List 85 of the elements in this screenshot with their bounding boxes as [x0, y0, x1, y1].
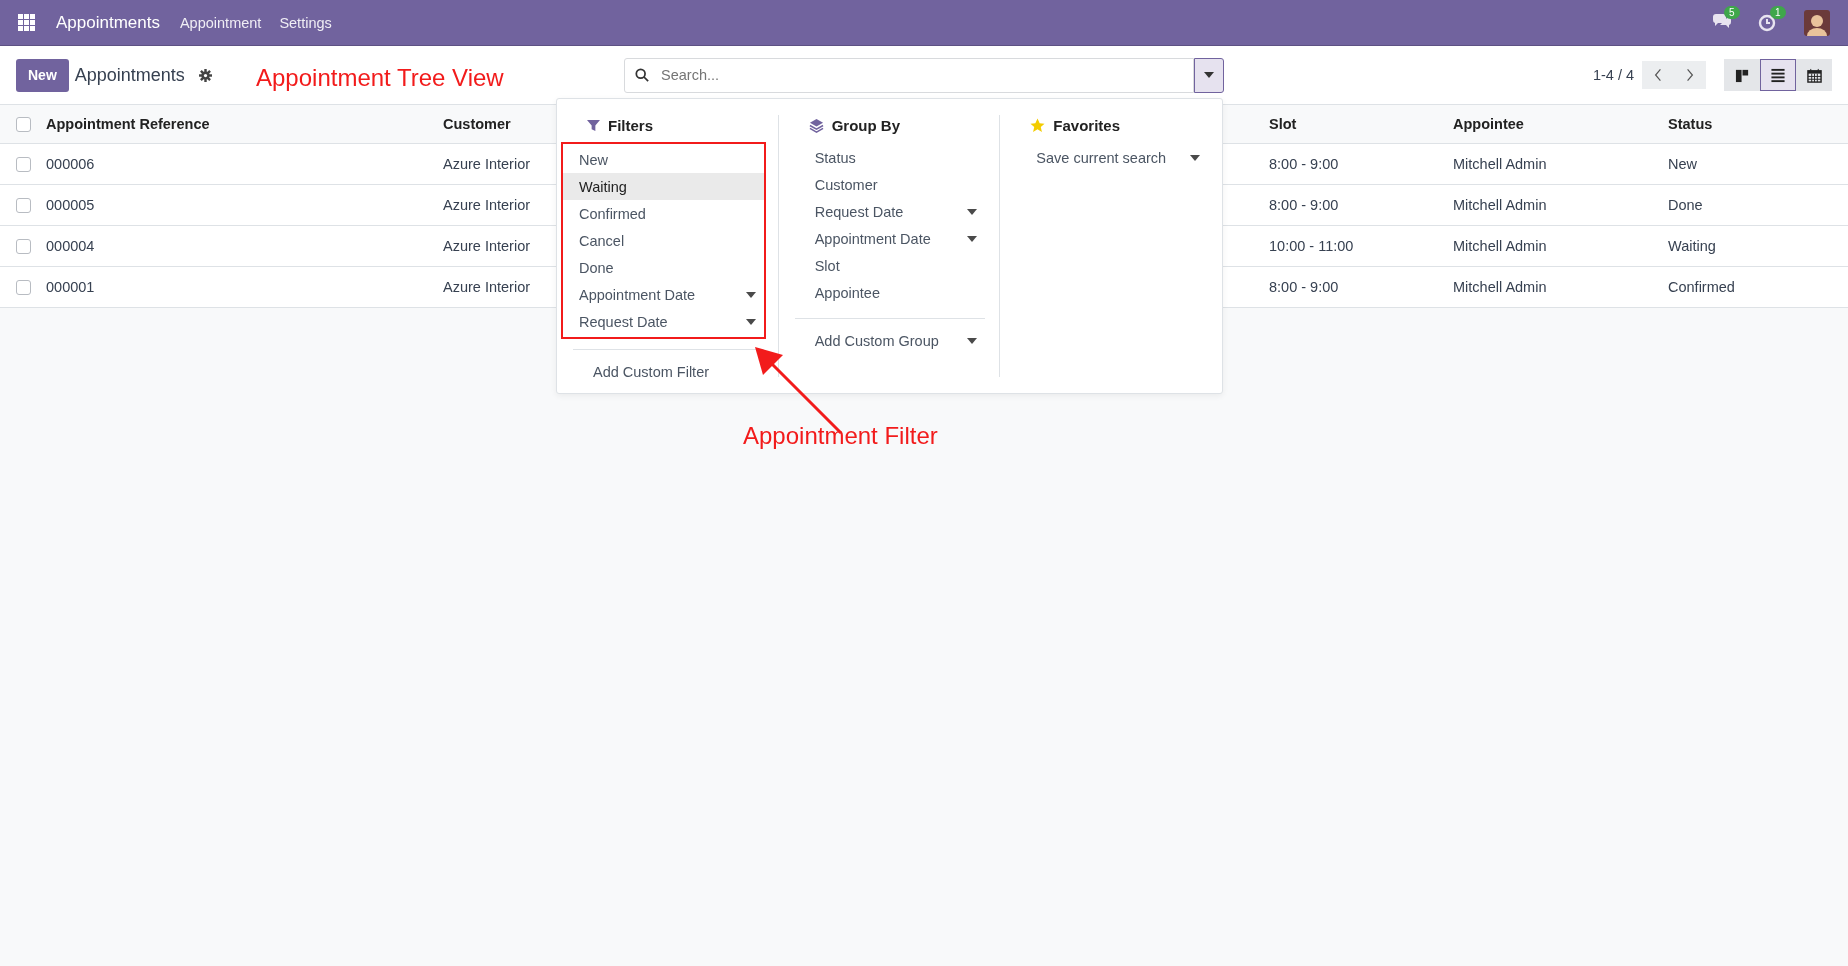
- table-cell: Waiting: [1668, 238, 1716, 254]
- table-cell: Done: [1668, 197, 1703, 213]
- column-header[interactable]: Customer: [443, 116, 511, 132]
- new-button[interactable]: New: [16, 58, 69, 92]
- pager-value: 1-4 / 4: [1592, 67, 1634, 83]
- chevron-left-icon: [1654, 68, 1662, 82]
- user-avatar-icon[interactable]: [1804, 9, 1830, 36]
- menu-item[interactable]: Slot: [794, 252, 986, 279]
- annotation-caption: Appointment Tree View: [256, 64, 504, 92]
- annotation-caption: Appointment Filter: [743, 422, 938, 450]
- menu-item[interactable]: Request Date: [563, 308, 764, 335]
- table-cell: 000004: [46, 238, 95, 254]
- chevron-right-icon: [1686, 68, 1694, 82]
- menu-item[interactable]: Appointee: [794, 279, 986, 306]
- caret-icon: [967, 208, 978, 215]
- checkbox[interactable]: [15, 156, 31, 172]
- table-cell: 8:00 - 9:00: [1269, 156, 1339, 172]
- caret-icon: [967, 235, 978, 242]
- settings-icon[interactable]: [198, 68, 212, 82]
- search-options-toggle[interactable]: [1194, 57, 1224, 93]
- table-cell: Azure Interior: [443, 197, 531, 213]
- menu-item[interactable]: Waiting: [563, 173, 764, 200]
- layers-icon: [808, 118, 824, 133]
- caret-icon: [1204, 72, 1214, 78]
- table-cell: Mitchell Admin: [1453, 238, 1547, 254]
- table-cell: Mitchell Admin: [1453, 197, 1547, 213]
- column-header[interactable]: Appointment Reference: [46, 116, 210, 132]
- checkbox[interactable]: [15, 279, 31, 295]
- checkbox[interactable]: [15, 197, 31, 213]
- star-icon: [1030, 118, 1046, 133]
- funnel-icon: [587, 119, 600, 132]
- table-cell: 000005: [46, 197, 95, 213]
- kanban-icon: [1734, 67, 1750, 83]
- table-cell: Azure Interior: [443, 279, 531, 295]
- menu-item[interactable]: Save current search: [1016, 144, 1208, 171]
- table-cell: Mitchell Admin: [1453, 156, 1547, 172]
- table-cell: 10:00 - 11:00: [1269, 238, 1354, 254]
- menu-item[interactable]: Status: [794, 144, 986, 171]
- table-cell: Confirmed: [1668, 279, 1735, 295]
- caret-icon: [967, 337, 978, 344]
- calendar-icon: [1806, 67, 1822, 83]
- menu-item[interactable]: Request Date: [794, 198, 986, 225]
- section-title: Filters: [608, 117, 653, 134]
- table-cell: New: [1668, 156, 1697, 172]
- menu-item[interactable]: Appointment Date: [563, 281, 764, 308]
- message-count-badge: 5: [1724, 5, 1740, 19]
- menu-item[interactable]: Appointment Date: [794, 225, 986, 252]
- table-cell: 000006: [46, 156, 95, 172]
- nav-menu-item[interactable]: Settings: [279, 14, 332, 31]
- search-field[interactable]: Search...: [624, 57, 1194, 93]
- table-cell: Azure Interior: [443, 238, 531, 254]
- apps-menu-icon[interactable]: [18, 13, 36, 32]
- view-switch-button[interactable]: [1796, 59, 1832, 91]
- view-switch-button[interactable]: [1760, 59, 1796, 91]
- table-cell: 8:00 - 9:00: [1269, 197, 1339, 213]
- checkbox[interactable]: [15, 116, 31, 132]
- caret-icon: [1190, 154, 1200, 161]
- caret-icon: [745, 318, 756, 325]
- caret-icon: [745, 291, 756, 298]
- section-title: Favorites: [1053, 117, 1121, 134]
- activity-count-badge: 1: [1770, 5, 1786, 19]
- menu-item[interactable]: Confirmed: [563, 200, 764, 227]
- table-cell: 000001: [46, 279, 95, 295]
- app-title[interactable]: Appointments: [56, 12, 160, 33]
- clock-icon[interactable]: [1758, 13, 1776, 32]
- table-cell: 8:00 - 9:00: [1269, 279, 1339, 295]
- view-switch-button[interactable]: [1724, 59, 1760, 91]
- menu-item[interactable]: Customer: [794, 171, 986, 198]
- menu-item[interactable]: Done: [563, 254, 764, 281]
- column-header[interactable]: Appointee: [1453, 116, 1524, 132]
- column-header[interactable]: Slot: [1269, 116, 1297, 132]
- column-header[interactable]: Status: [1668, 116, 1713, 132]
- menu-item[interactable]: New: [563, 146, 764, 173]
- section-title: Group By: [831, 117, 900, 134]
- search-icon: [635, 67, 649, 82]
- table-cell: Mitchell Admin: [1453, 279, 1547, 295]
- table-cell: Azure Interior: [443, 156, 531, 172]
- next-page-button[interactable]: [1674, 61, 1706, 89]
- checkbox[interactable]: [15, 238, 31, 254]
- menu-item[interactable]: Add Custom Filter: [573, 358, 714, 385]
- breadcrumb-title: Appointments: [74, 64, 185, 86]
- nav-menu-item[interactable]: Appointment: [179, 14, 262, 31]
- menu-item[interactable]: Add Custom Group: [794, 327, 986, 354]
- menu-item[interactable]: Cancel: [563, 227, 764, 254]
- list-icon: [1770, 67, 1786, 83]
